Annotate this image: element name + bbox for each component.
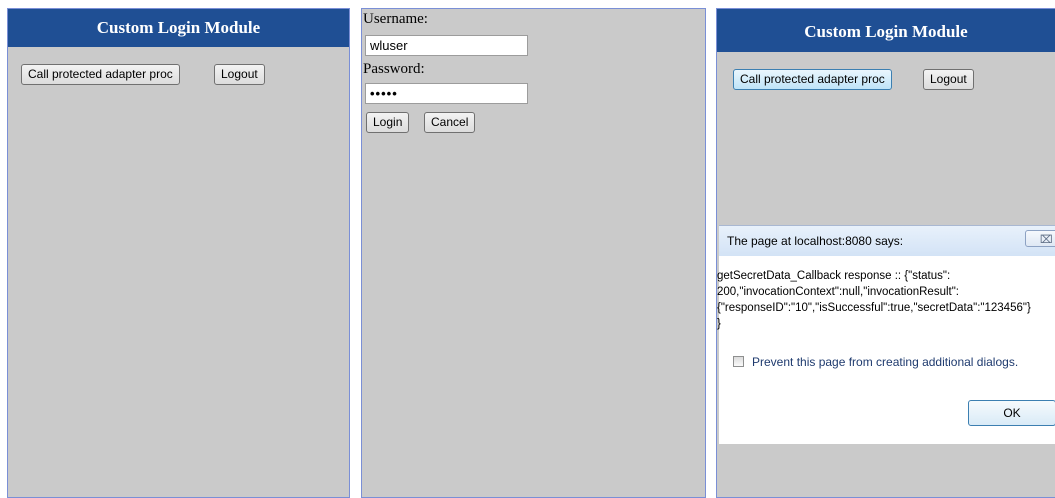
right-app-panel: Custom Login Module Call protected adapt… (716, 8, 1055, 498)
prevent-dialogs-label[interactable]: Prevent this page from creating addition… (752, 355, 1018, 369)
logout-button[interactable]: Logout (923, 69, 974, 90)
logout-button[interactable]: Logout (214, 64, 265, 85)
cancel-button[interactable]: Cancel (424, 112, 476, 133)
close-icon[interactable]: ⌧ (1025, 230, 1055, 247)
call-protected-adapter-button[interactable]: Call protected adapter proc (733, 69, 892, 90)
left-app-panel: Custom Login Module Call protected adapt… (7, 8, 350, 498)
alert-dialog: The page at localhost:8080 says: ⌧ getSe… (717, 225, 1055, 444)
username-field[interactable] (365, 35, 528, 56)
prevent-dialogs-checkbox[interactable] (733, 356, 744, 367)
call-protected-adapter-button[interactable]: Call protected adapter proc (21, 64, 180, 85)
login-panel: Username: Password: Login Cancel (361, 8, 706, 498)
password-field[interactable] (365, 83, 528, 104)
dialog-message: getSecretData_Callback response :: {"sta… (717, 270, 1031, 330)
login-button[interactable]: Login (366, 112, 410, 133)
ok-button[interactable]: OK (968, 400, 1055, 426)
page-title: Custom Login Module (8, 9, 349, 47)
page-title: Custom Login Module (717, 9, 1055, 52)
dialog-title: The page at localhost:8080 says: (727, 234, 904, 248)
username-label: Username: (363, 11, 428, 27)
dialog-titlebar: The page at localhost:8080 says: ⌧ (719, 226, 1055, 256)
password-label: Password: (363, 61, 425, 77)
